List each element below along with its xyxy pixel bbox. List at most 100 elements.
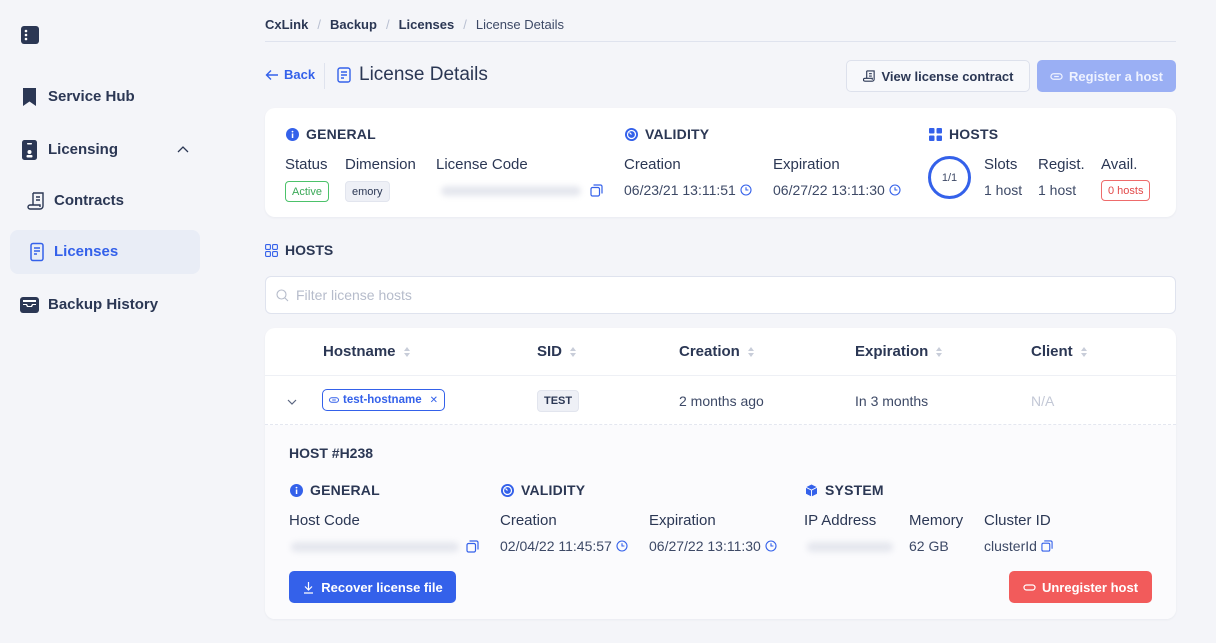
license-code-label: License Code — [436, 156, 528, 173]
status-label: Status — [285, 156, 328, 173]
dimension-label: Dimension — [345, 156, 416, 173]
recover-license-file-button[interactable]: Recover license file — [289, 571, 456, 603]
chevron-up-icon[interactable] — [176, 143, 190, 157]
breadcrumb-item[interactable]: CxLink — [265, 17, 308, 32]
available-badge: 0 hosts — [1101, 180, 1151, 201]
column-header-creation[interactable]: Creation — [679, 343, 755, 360]
button-label: Register a host — [1069, 68, 1163, 84]
remove-icon[interactable]: ✕ — [430, 395, 438, 406]
dimension-badge: emory — [345, 181, 390, 202]
back-button[interactable]: Back — [265, 67, 315, 82]
host-general-title: GENERAL — [290, 482, 380, 498]
divider — [265, 41, 1176, 42]
chevron-down-icon[interactable] — [286, 396, 298, 408]
ip-address-value-redacted — [807, 542, 893, 552]
general-section-title: GENERAL — [286, 126, 376, 142]
ip-address-label: IP Address — [804, 512, 877, 529]
breadcrumb-separator: / — [317, 16, 321, 32]
column-header-client[interactable]: Client — [1031, 343, 1088, 360]
column-header-expiration[interactable]: Expiration — [855, 343, 943, 360]
expiration-label: Expiration — [773, 156, 840, 173]
available-label: Avail. — [1101, 156, 1138, 173]
sort-icon — [403, 346, 410, 357]
sort-icon — [1080, 346, 1087, 357]
host-validity-title: VALIDITY — [501, 482, 585, 498]
badge-icon — [22, 140, 37, 160]
column-header-hostname[interactable]: Hostname — [323, 343, 411, 360]
contract-icon — [862, 69, 875, 82]
page-title-group: License Details — [337, 64, 488, 86]
host-expiration-value: 06/27/22 13:11:30 — [649, 538, 777, 554]
unlink-icon — [1023, 583, 1036, 591]
cluster-id-label: Cluster ID — [984, 512, 1051, 529]
sidebar-item-licenses[interactable]: Licenses — [10, 230, 200, 274]
page-header: Back License Details View license contra… — [265, 60, 1176, 92]
sidebar-item-backup-history[interactable]: Backup History — [10, 283, 200, 327]
host-code-label: Host Code — [289, 512, 360, 529]
sidebar-item-contracts[interactable]: Contracts — [10, 179, 200, 223]
document-icon — [337, 67, 351, 83]
sidebar-item-label: Licensing — [48, 141, 119, 158]
link-icon — [329, 397, 339, 403]
column-header-sid[interactable]: SID — [537, 343, 577, 360]
sort-icon — [747, 346, 754, 357]
hosts-table: Hostname SID Creation Expiration Client … — [265, 328, 1176, 619]
registered-value: 1 host — [1038, 182, 1077, 198]
cluster-id-value: clusterId — [984, 538, 1053, 554]
breadcrumb-current: License Details — [475, 16, 564, 32]
clock-icon — [616, 540, 628, 552]
filter-hosts-field — [265, 276, 1176, 314]
creation-label: Creation — [624, 156, 681, 173]
hosts-heading: HOSTS — [265, 242, 333, 258]
unregister-host-button[interactable]: Unregister host — [1009, 571, 1152, 603]
hostname-chip[interactable]: test-hostname ✕ — [322, 389, 445, 411]
sidebar-item-service-hub[interactable]: Service Hub — [10, 75, 200, 119]
creation-value: 06/23/21 13:11:51 — [624, 182, 752, 198]
grid-icon — [929, 127, 942, 141]
host-detail-title: HOST #H238 — [289, 445, 374, 461]
clock-icon — [889, 184, 901, 196]
cube-icon — [805, 484, 818, 496]
sidebar: Service Hub Licensing Contracts Licenses… — [0, 0, 212, 643]
sort-icon — [936, 346, 943, 357]
stopwatch-icon — [501, 483, 514, 497]
copy-icon[interactable] — [1041, 540, 1053, 552]
sid-badge: TEST — [537, 390, 580, 412]
breadcrumb-item[interactable]: Backup — [330, 17, 377, 32]
document-icon — [30, 242, 44, 262]
expiration-cell: In 3 months — [855, 393, 929, 409]
grid-outline-icon — [265, 243, 278, 257]
slots-label: Slots — [984, 156, 1018, 173]
breadcrumb-item[interactable]: Licenses — [399, 17, 455, 32]
filter-hosts-input[interactable] — [296, 277, 1156, 313]
breadcrumb-separator: / — [463, 16, 467, 32]
host-code-value-redacted — [291, 542, 459, 552]
download-icon — [304, 581, 314, 594]
sidebar-item-label: Service Hub — [48, 88, 135, 105]
sidebar-item-licensing[interactable]: Licensing — [10, 128, 200, 172]
copy-icon[interactable] — [590, 184, 603, 197]
breadcrumb-separator: / — [385, 16, 390, 32]
client-cell: N/A — [1031, 393, 1055, 409]
bookmark-icon — [23, 88, 36, 106]
host-usage-text: 1/1 — [941, 171, 958, 184]
host-expiration-label: Expiration — [649, 512, 716, 529]
sort-icon — [570, 346, 577, 357]
info-icon — [290, 483, 303, 497]
view-license-contract-button[interactable]: View license contract — [846, 60, 1030, 92]
contract-icon — [27, 192, 44, 210]
search-icon — [276, 289, 289, 302]
slots-value: 1 host — [984, 182, 1023, 198]
host-creation-label: Creation — [500, 512, 557, 529]
status-badge: Active — [285, 181, 329, 202]
host-system-title: SYSTEM — [805, 482, 884, 498]
stopwatch-icon — [625, 127, 638, 141]
copy-icon[interactable] — [466, 540, 479, 553]
back-label: Back — [284, 67, 316, 82]
app-menu-icon[interactable] — [21, 26, 39, 44]
sidebar-item-label: Backup History — [48, 296, 159, 313]
button-label: View license contract — [881, 68, 1014, 84]
validity-section-title: VALIDITY — [625, 126, 709, 142]
register-host-button[interactable]: Register a host — [1037, 60, 1176, 92]
license-summary-card: GENERAL Status Active Dimension emory Li… — [265, 108, 1176, 217]
